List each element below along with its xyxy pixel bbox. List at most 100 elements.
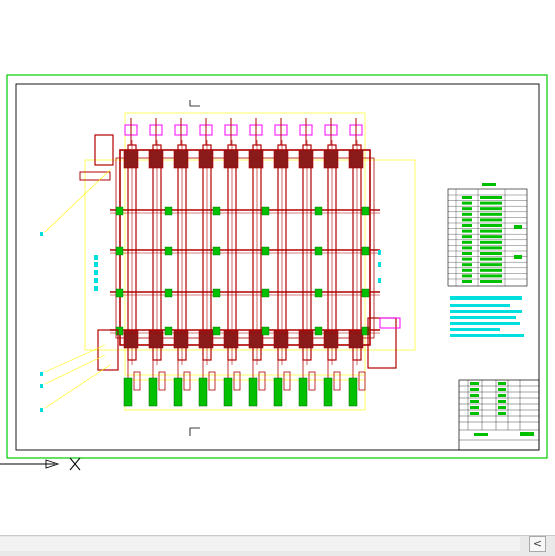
table-cell bbox=[462, 268, 472, 272]
chevron-left-icon[interactable]: < bbox=[529, 536, 546, 552]
title-cell bbox=[474, 433, 488, 436]
annotation-mark bbox=[40, 372, 43, 376]
annotation-mark bbox=[378, 250, 381, 255]
table-cell bbox=[514, 255, 522, 259]
bearing-block bbox=[261, 206, 270, 216]
table-cell bbox=[480, 207, 502, 211]
bearing-block bbox=[164, 206, 173, 216]
gear-block bbox=[148, 149, 164, 169]
section-marker bbox=[189, 427, 200, 436]
bearing-block bbox=[212, 288, 221, 298]
bearing-block bbox=[164, 288, 173, 298]
gear-block bbox=[248, 149, 264, 169]
bearing-block bbox=[361, 288, 370, 298]
table-cell bbox=[462, 201, 472, 205]
gear-block bbox=[348, 149, 364, 169]
bearing-block bbox=[115, 246, 124, 256]
table-cell bbox=[462, 280, 472, 283]
cad-viewport[interactable] bbox=[0, 0, 555, 535]
title-cell bbox=[470, 394, 479, 397]
annotation-mark bbox=[94, 255, 98, 260]
bearing-block bbox=[212, 246, 221, 256]
motor-unit bbox=[298, 377, 308, 407]
table-cell bbox=[480, 229, 502, 233]
right-gearbox bbox=[367, 317, 397, 369]
title-cell bbox=[498, 406, 506, 409]
table-cell bbox=[462, 274, 472, 278]
bearing-block bbox=[212, 206, 221, 216]
table-cell bbox=[462, 218, 472, 222]
title-cell bbox=[470, 412, 479, 415]
annotation-mark bbox=[378, 262, 381, 267]
annotation-mark bbox=[94, 270, 98, 275]
title-cell bbox=[498, 394, 506, 397]
table-cell bbox=[462, 235, 472, 239]
table-cell bbox=[462, 229, 472, 233]
bearing-block bbox=[115, 206, 124, 216]
title-cell bbox=[520, 432, 534, 436]
bearing-block bbox=[361, 206, 370, 216]
table-heading bbox=[482, 183, 496, 186]
annotation-mark bbox=[40, 408, 43, 412]
title-block bbox=[458, 379, 540, 451]
leader-line bbox=[44, 354, 106, 385]
left-drive-unit bbox=[94, 134, 114, 166]
motor-unit bbox=[198, 377, 208, 407]
table-cell bbox=[514, 225, 522, 229]
bearing-block bbox=[164, 246, 173, 256]
table-cell bbox=[480, 268, 502, 272]
title-cell bbox=[470, 406, 479, 409]
motor-unit bbox=[173, 377, 183, 407]
bearing-block bbox=[115, 326, 124, 336]
gear-block bbox=[223, 149, 239, 169]
table-cell bbox=[480, 246, 502, 250]
gear-block bbox=[123, 149, 139, 169]
table-cell bbox=[480, 196, 502, 199]
gear-block bbox=[298, 149, 314, 169]
table-cell bbox=[462, 196, 472, 199]
table-cell bbox=[480, 224, 502, 227]
annotation-mark bbox=[94, 262, 98, 267]
ucs-icon bbox=[0, 457, 81, 471]
parts-table bbox=[447, 183, 528, 287]
title-cell bbox=[498, 412, 506, 415]
bearing-block bbox=[314, 288, 323, 298]
gear-block bbox=[323, 149, 339, 169]
annotation-mark bbox=[94, 286, 98, 291]
bearing-block bbox=[115, 288, 124, 298]
annotation-mark bbox=[40, 232, 43, 236]
annotation-mark bbox=[40, 384, 43, 388]
horizontal-scrollbar[interactable] bbox=[0, 537, 520, 551]
annotation-mark bbox=[378, 278, 381, 283]
leader-line bbox=[44, 169, 111, 233]
motor-unit bbox=[323, 377, 333, 407]
left-drive-base bbox=[79, 171, 111, 181]
table-cell bbox=[462, 257, 472, 261]
roller-assembly bbox=[79, 112, 416, 411]
title-cell bbox=[498, 388, 506, 391]
bearing-block bbox=[314, 206, 323, 216]
leader-line bbox=[44, 344, 106, 373]
table-cell bbox=[480, 235, 502, 239]
motor-unit bbox=[348, 377, 358, 407]
table-cell bbox=[462, 207, 472, 211]
table-cell bbox=[480, 240, 502, 244]
technical-notes bbox=[450, 296, 524, 337]
table-cell bbox=[480, 212, 502, 216]
bearing-block bbox=[314, 326, 323, 336]
table-cell bbox=[462, 252, 472, 255]
title-cell bbox=[470, 382, 479, 385]
table-cell bbox=[480, 274, 502, 278]
table-cell bbox=[480, 280, 502, 283]
main-frame bbox=[119, 149, 371, 346]
leader-line bbox=[44, 364, 111, 409]
title-cell bbox=[470, 388, 479, 391]
table-cell bbox=[462, 224, 472, 227]
table-cell bbox=[480, 263, 502, 267]
cad-drawing bbox=[0, 74, 548, 471]
bearing-block bbox=[261, 288, 270, 298]
table-cell bbox=[480, 201, 502, 205]
title-cell bbox=[498, 382, 506, 385]
table-cell bbox=[462, 240, 472, 244]
table-cell bbox=[480, 257, 502, 261]
